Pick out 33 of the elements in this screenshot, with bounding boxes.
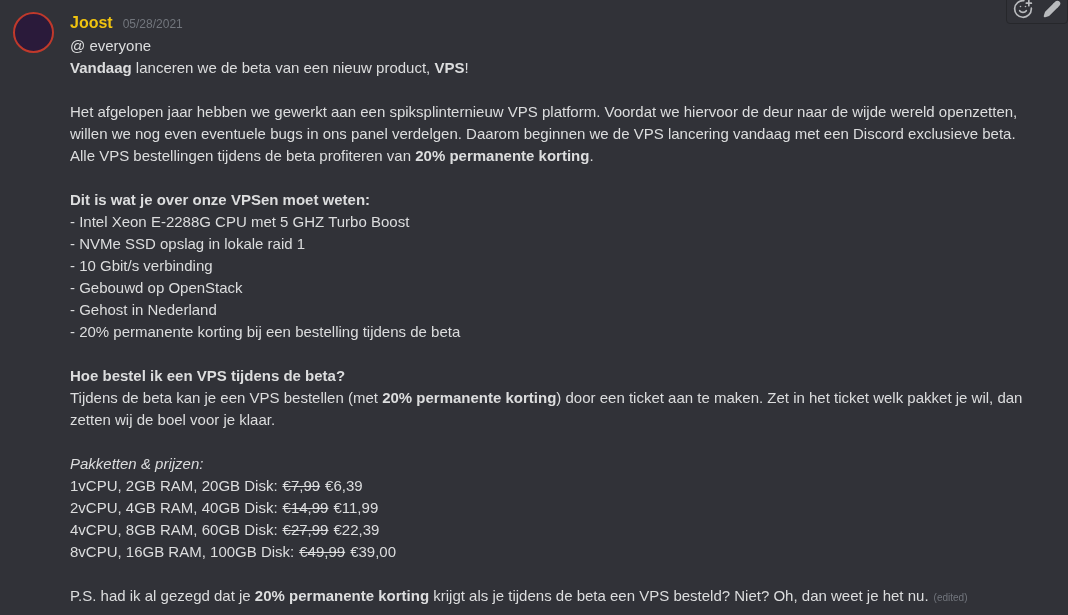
message-line: - Gehost in Nederland bbox=[70, 300, 218, 320]
message-line: - Intel Xeon E-2288G CPU met 5 GHZ Turbo Boost bbox=[70, 212, 411, 232]
edit-icon[interactable] bbox=[1043, 0, 1061, 18]
old-price: €7,99 bbox=[282, 476, 321, 496]
message-line: @ everyone bbox=[70, 36, 153, 56]
section-heading: Hoe bestel ik een VPS tijdens de beta? bbox=[70, 366, 347, 386]
package-spec: 2vCPU, 4GB RAM, 40GB Disk: bbox=[70, 498, 278, 518]
message-line: Vandaag lanceren we de beta van een nieuw product, VPS! bbox=[70, 58, 470, 78]
new-price: €11,99 bbox=[333, 498, 379, 518]
new-price: €22,39 bbox=[333, 520, 380, 540]
message-line: - 10 Gbit/s verbinding bbox=[70, 256, 214, 276]
package-spec: 1vCPU, 2GB RAM, 20GB Disk: bbox=[70, 476, 278, 496]
package-spec: 4vCPU, 8GB RAM, 60GB Disk: bbox=[70, 520, 278, 540]
edited-label: (edited) bbox=[933, 592, 968, 603]
old-price: €14,99 bbox=[282, 498, 329, 518]
message-line: Alle VPS bestellingen tijdens de beta profiteren van 20% permanente korting. bbox=[70, 146, 595, 166]
message-line: - NVMe SSD opslag in lokale raid 1 bbox=[70, 234, 307, 254]
timestamp: 05/28/2021 bbox=[122, 16, 183, 33]
section-heading: Pakketten & prijzen: bbox=[70, 454, 205, 474]
message-line: Tijdens de beta kan je een VPS bestellen (met 20% permanente korting) door een ticket aan te maken. Zet in het ticket welk pakket je wil, dan zetten wij de boel voor je klaar. bbox=[70, 388, 1024, 430]
old-price: €49,99 bbox=[299, 542, 346, 562]
avatar[interactable] bbox=[13, 12, 54, 53]
new-price: €6,39 bbox=[325, 476, 363, 496]
message-line: P.S. had ik al gezegd dat je 20% permanente korting krijgt als je tijdens de beta een VPS besteld? Niet? Oh, dan weet je het nu. (edited) bbox=[70, 586, 969, 606]
new-price: €39,00 bbox=[350, 542, 397, 562]
package-spec: 8vCPU, 16GB RAM, 100GB Disk: bbox=[70, 542, 295, 562]
old-price: €27,99 bbox=[282, 520, 329, 540]
add-reaction-icon[interactable] bbox=[1013, 0, 1033, 19]
message-line: Het afgelopen jaar hebben we gewerkt aan een spiksplinternieuw VPS platform. Voordat we hiervoor de deur naar de wijde wereld openzetten, willen we nog even eventuele bugs in ons panel verdelgen. Daarom beginnen we de VPS lancering vandaag met een Discord exclusieve beta. bbox=[70, 102, 1019, 144]
message-line: - 20% permanente korting bij een bestelling tijdens de beta bbox=[70, 322, 462, 342]
message-line: - Gebouwd op OpenStack bbox=[70, 278, 244, 298]
author-name[interactable]: Joost bbox=[70, 12, 113, 34]
section-heading: Dit is wat je over onze VPSen moet weten: bbox=[70, 190, 372, 210]
